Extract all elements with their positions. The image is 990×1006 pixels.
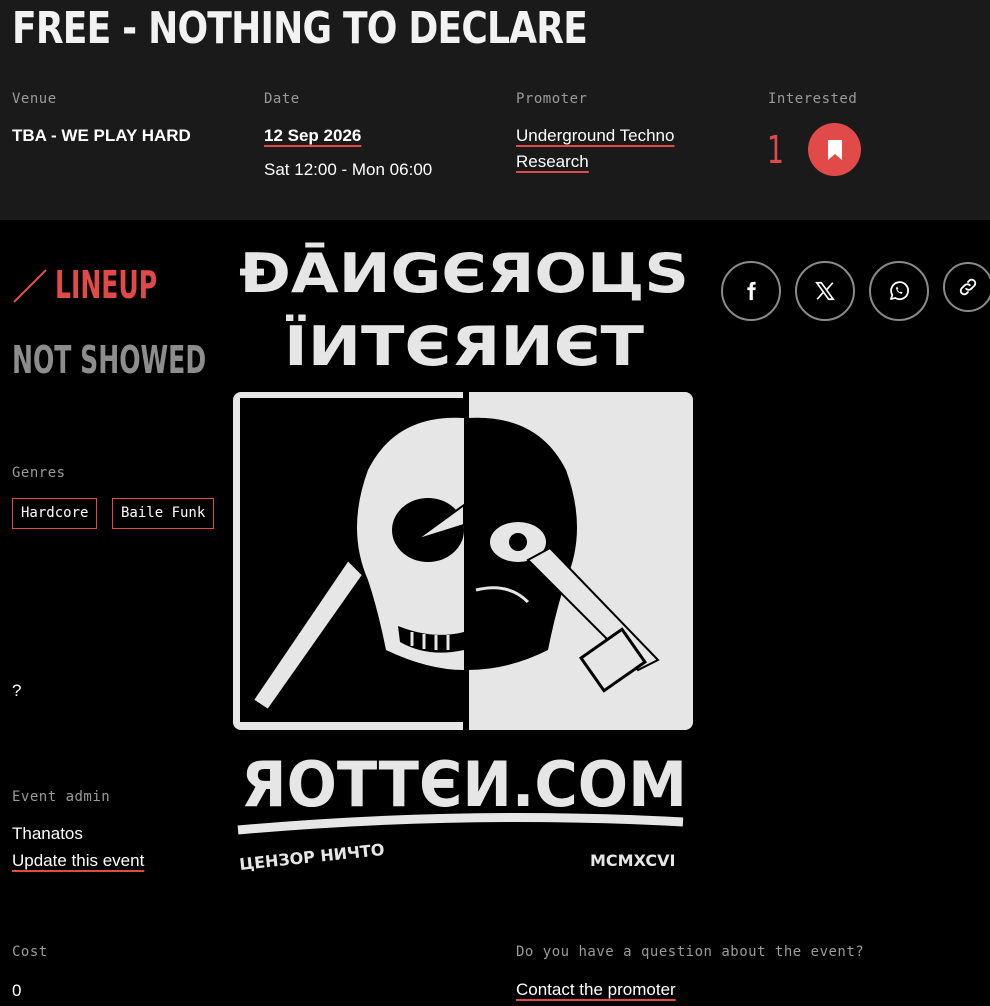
interested-label: Interested bbox=[768, 91, 858, 107]
date-label: Date bbox=[264, 91, 300, 107]
skull-illustration bbox=[233, 392, 693, 730]
x-icon bbox=[815, 281, 835, 301]
share-x-button[interactable] bbox=[795, 261, 855, 321]
bookmark-icon bbox=[827, 139, 842, 160]
share-facebook-button[interactable] bbox=[721, 261, 781, 321]
genre-tag[interactable]: Hardcore bbox=[12, 498, 98, 529]
promoter-link[interactable]: Underground Techno Research bbox=[516, 123, 674, 175]
venue-label: Venue bbox=[12, 91, 57, 107]
update-event-link[interactable]: Update this event bbox=[12, 851, 144, 870]
event-admin-name: Thanatos bbox=[12, 824, 83, 843]
promoter-link-line2[interactable]: Research bbox=[516, 152, 589, 171]
cost-value: 0 bbox=[12, 981, 22, 1000]
slash-icon bbox=[13, 269, 47, 303]
facebook-icon bbox=[747, 281, 756, 301]
poster-headline-1: ĐĀИGЄЯOЦS bbox=[239, 242, 689, 305]
event-title: FREE - NOTHING TO DECLARE bbox=[12, 3, 588, 54]
promoter-label: Promoter bbox=[516, 91, 588, 107]
poster-headline-2: ÏИTЄЯИЄT bbox=[284, 315, 644, 378]
cost-label: Cost bbox=[12, 944, 48, 960]
contact-question: Do you have a question about the event? bbox=[516, 944, 865, 960]
event-header: FREE - NOTHING TO DECLARE Venue TBA - WE… bbox=[0, 0, 990, 220]
genres-label: Genres bbox=[12, 465, 66, 481]
whatsapp-icon bbox=[890, 281, 909, 301]
event-poster: ĐĀИGЄЯOЦS ÏИTЄЯИЄT ЯOTTЄИ.COM ЦЕНЗОР НИЧ… bbox=[228, 230, 700, 890]
share-whatsapp-button[interactable] bbox=[869, 261, 929, 321]
date-link[interactable]: 12 Sep 2026 bbox=[264, 126, 361, 145]
date-time: Sat 12:00 - Mon 06:00 bbox=[264, 160, 433, 179]
poster-tagline-right: MCMXCVI bbox=[590, 851, 675, 870]
event-admin-label: Event admin bbox=[12, 789, 111, 805]
interested-count: 1 bbox=[767, 128, 784, 172]
contact-promoter-link[interactable]: Contact the promoter bbox=[516, 980, 676, 999]
bookmark-button[interactable] bbox=[808, 123, 861, 176]
genre-tag[interactable]: Baile Funk bbox=[112, 498, 215, 529]
lineup-title: LINEUP bbox=[55, 263, 158, 307]
venue-value: TBA - WE PLAY HARD bbox=[12, 126, 191, 145]
question-mark-text: ? bbox=[12, 681, 22, 700]
lineup-status: NOT SHOWED bbox=[12, 338, 207, 382]
link-icon bbox=[959, 278, 977, 296]
poster-site-name: ЯOTTЄИ.COM bbox=[241, 748, 687, 821]
share-copy-link-button[interactable] bbox=[943, 262, 990, 312]
promoter-link-line1[interactable]: Underground Techno bbox=[516, 126, 674, 145]
